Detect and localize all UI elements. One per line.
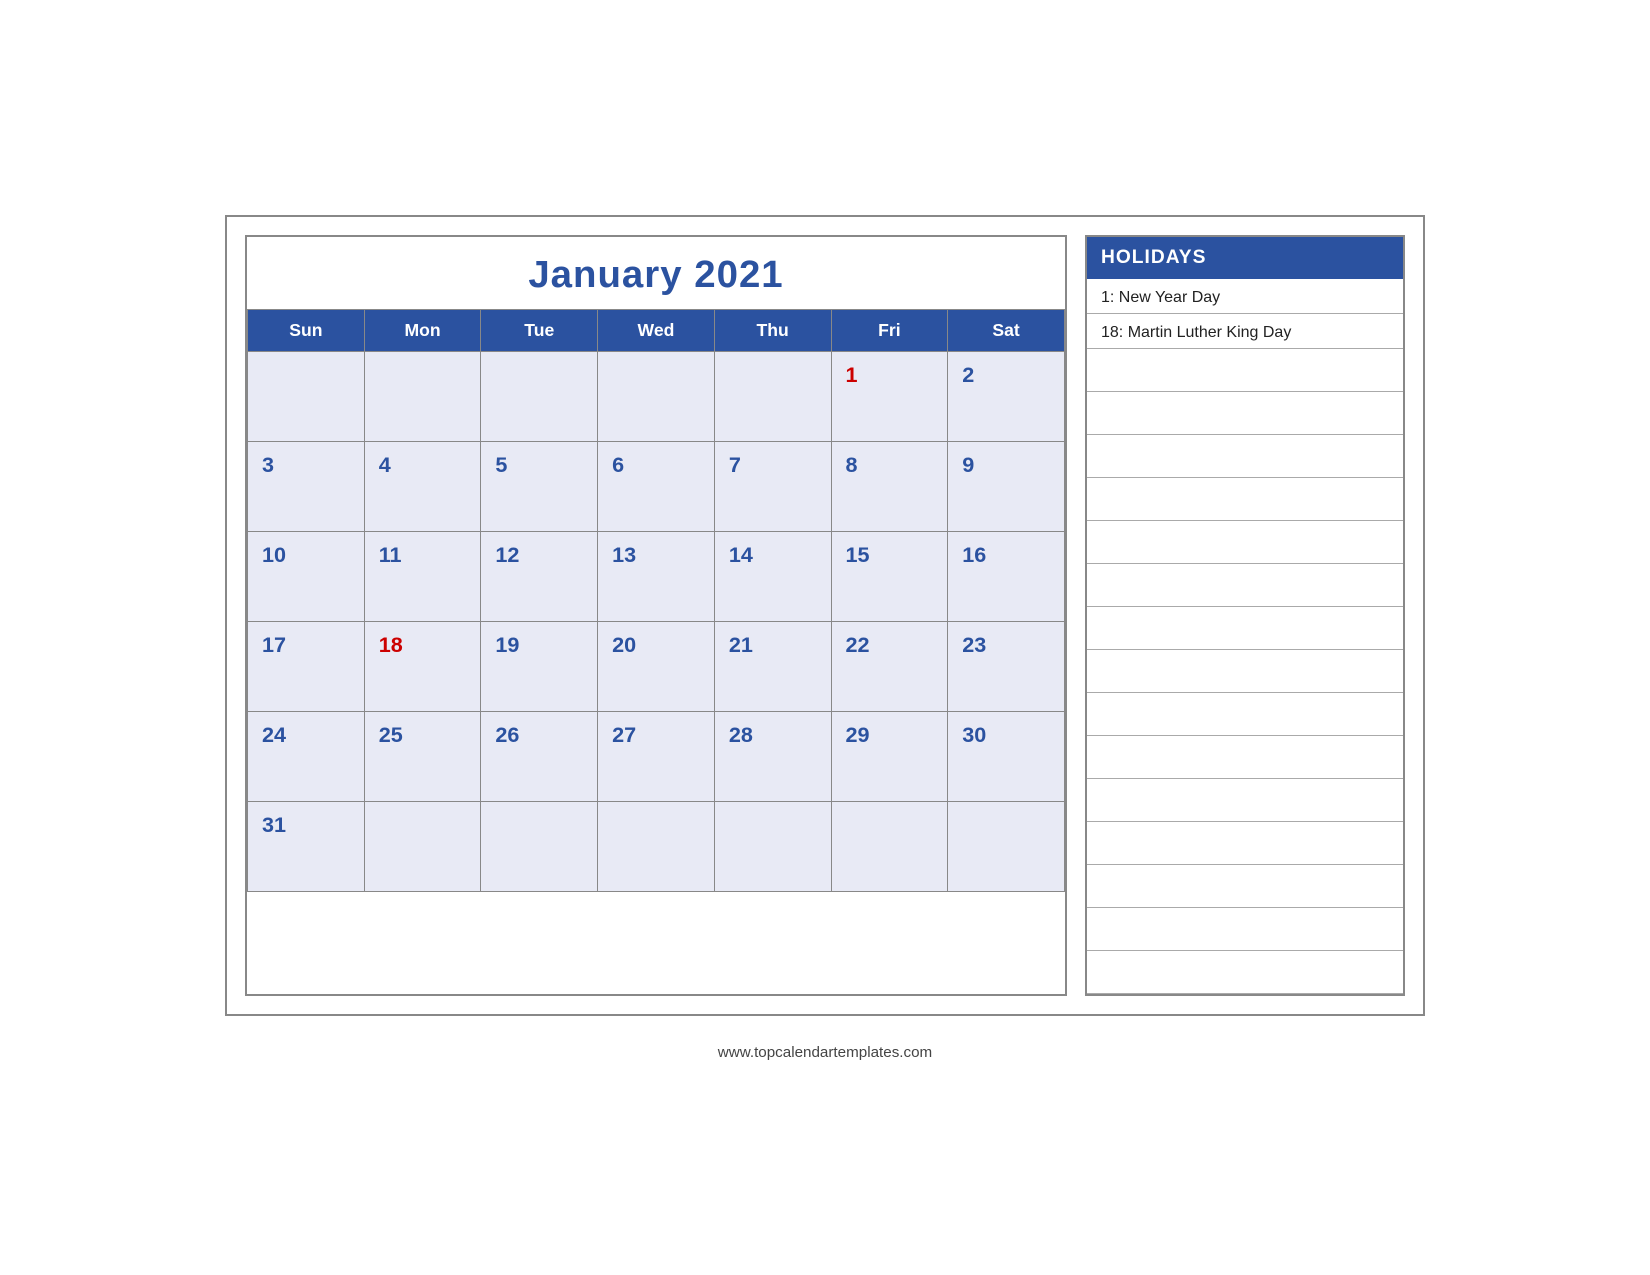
calendar-cell: 9 — [948, 441, 1065, 531]
calendar-title: January 2021 — [247, 237, 1065, 309]
day-header-sun: Sun — [248, 309, 365, 351]
calendar-cell: 25 — [364, 711, 481, 801]
week-row-2: 3456789 — [248, 441, 1065, 531]
calendar-cell — [481, 351, 598, 441]
calendar-cell: 13 — [598, 531, 715, 621]
holiday-item-2 — [1087, 349, 1403, 392]
calendar-cell: 21 — [714, 621, 831, 711]
calendar-grid: SunMonTueWedThuFriSat 123456789101112131… — [247, 309, 1065, 892]
holidays-list: 1: New Year Day18: Martin Luther King Da… — [1087, 279, 1403, 994]
calendar-cell: 26 — [481, 711, 598, 801]
holiday-item-13 — [1087, 822, 1403, 865]
calendar-cell: 7 — [714, 441, 831, 531]
calendar-cell: 3 — [248, 441, 365, 531]
calendar-cell — [598, 351, 715, 441]
calendar-cell — [714, 351, 831, 441]
page-wrapper: January 2021 SunMonTueWedThuFriSat 12345… — [225, 215, 1425, 1061]
week-row-5: 24252627282930 — [248, 711, 1065, 801]
holidays-section: HOLIDAYS 1: New Year Day18: Martin Luthe… — [1085, 235, 1405, 996]
calendar-cell: 15 — [831, 531, 948, 621]
holiday-item-15 — [1087, 908, 1403, 951]
week-row-1: 12 — [248, 351, 1065, 441]
holiday-item-5 — [1087, 478, 1403, 521]
calendar-cell: 19 — [481, 621, 598, 711]
calendar-cell — [948, 801, 1065, 891]
holiday-item-3 — [1087, 392, 1403, 435]
calendar-cell — [598, 801, 715, 891]
holiday-item-14 — [1087, 865, 1403, 908]
calendar-cell: 30 — [948, 711, 1065, 801]
calendar-section: January 2021 SunMonTueWedThuFriSat 12345… — [245, 235, 1067, 996]
holiday-item-12 — [1087, 779, 1403, 822]
calendar-cell: 10 — [248, 531, 365, 621]
footer: www.topcalendartemplates.com — [225, 1044, 1425, 1061]
calendar-cell: 2 — [948, 351, 1065, 441]
week-row-4: 17181920212223 — [248, 621, 1065, 711]
calendar-cell — [481, 801, 598, 891]
calendar-cell: 16 — [948, 531, 1065, 621]
footer-text: www.topcalendartemplates.com — [718, 1044, 932, 1061]
calendar-cell — [364, 801, 481, 891]
holiday-item-11 — [1087, 736, 1403, 779]
week-row-6: 31 — [248, 801, 1065, 891]
day-header-wed: Wed — [598, 309, 715, 351]
calendar-cell: 1 — [831, 351, 948, 441]
holiday-item-6 — [1087, 521, 1403, 564]
calendar-cell: 4 — [364, 441, 481, 531]
calendar-cell: 12 — [481, 531, 598, 621]
holiday-item-0: 1: New Year Day — [1087, 279, 1403, 314]
day-header-tue: Tue — [481, 309, 598, 351]
calendar-cell: 31 — [248, 801, 365, 891]
calendar-cell — [831, 801, 948, 891]
calendar-cell: 8 — [831, 441, 948, 531]
calendar-cell: 6 — [598, 441, 715, 531]
week-row-3: 10111213141516 — [248, 531, 1065, 621]
day-header-sat: Sat — [948, 309, 1065, 351]
day-header-thu: Thu — [714, 309, 831, 351]
holiday-item-10 — [1087, 693, 1403, 736]
calendar-cell — [714, 801, 831, 891]
calendar-cell: 28 — [714, 711, 831, 801]
holidays-header: HOLIDAYS — [1087, 237, 1403, 279]
calendar-cell: 5 — [481, 441, 598, 531]
calendar-cell: 27 — [598, 711, 715, 801]
calendar-cell: 17 — [248, 621, 365, 711]
calendar-cell — [248, 351, 365, 441]
calendar-cell: 20 — [598, 621, 715, 711]
calendar-body: 1234567891011121314151617181920212223242… — [248, 351, 1065, 891]
calendar-cell: 23 — [948, 621, 1065, 711]
calendar-cell: 24 — [248, 711, 365, 801]
holiday-item-9 — [1087, 650, 1403, 693]
day-header-mon: Mon — [364, 309, 481, 351]
calendar-cell: 29 — [831, 711, 948, 801]
holiday-item-7 — [1087, 564, 1403, 607]
holiday-item-4 — [1087, 435, 1403, 478]
calendar-cell: 14 — [714, 531, 831, 621]
calendar-cell: 11 — [364, 531, 481, 621]
holiday-item-16 — [1087, 951, 1403, 994]
day-header-fri: Fri — [831, 309, 948, 351]
calendar-cell: 18 — [364, 621, 481, 711]
holiday-item-8 — [1087, 607, 1403, 650]
holiday-item-1: 18: Martin Luther King Day — [1087, 314, 1403, 349]
days-header-row: SunMonTueWedThuFriSat — [248, 309, 1065, 351]
calendar-cell: 22 — [831, 621, 948, 711]
main-container: January 2021 SunMonTueWedThuFriSat 12345… — [225, 215, 1425, 1016]
calendar-cell — [364, 351, 481, 441]
